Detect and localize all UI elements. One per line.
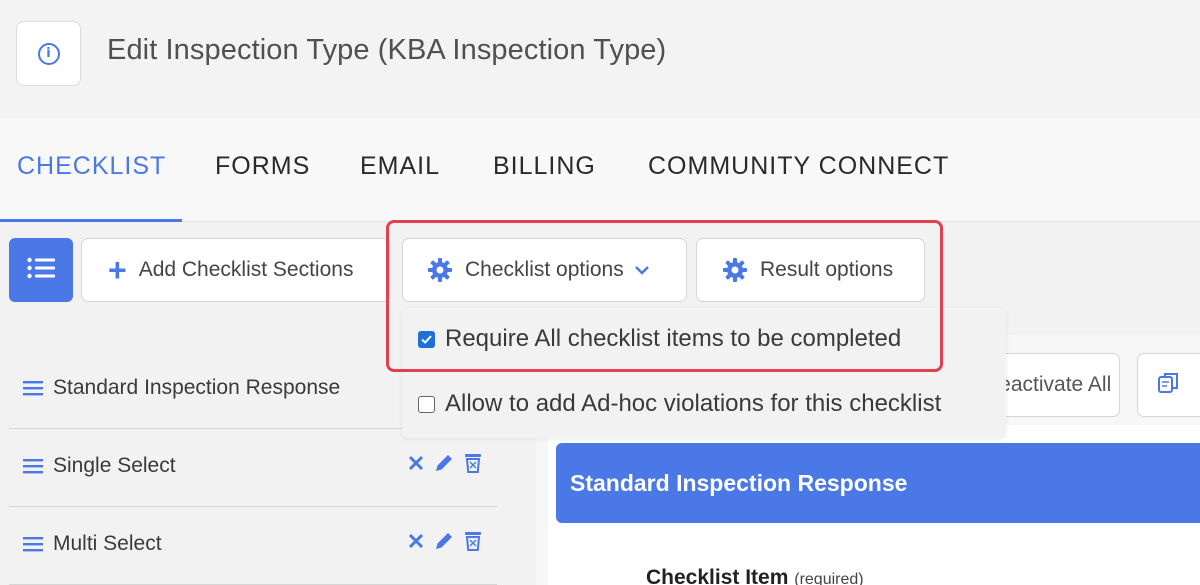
edit-pencil-icon[interactable] bbox=[433, 530, 455, 558]
page-header: i Edit Inspection Type (KBA Inspection T… bbox=[0, 0, 1200, 115]
menu-item-label: Allow to add Ad-hoc violations for this … bbox=[445, 390, 942, 417]
list-icon bbox=[26, 256, 56, 285]
copy-button[interactable] bbox=[1137, 353, 1200, 417]
close-icon[interactable] bbox=[407, 454, 425, 478]
tab-email[interactable]: EMAIL bbox=[360, 152, 440, 181]
page-title: Edit Inspection Type (KBA Inspection Typ… bbox=[107, 34, 667, 66]
add-checklist-sections-button[interactable]: + Add Checklist Sections bbox=[81, 238, 390, 302]
section-item-single-select[interactable]: Single Select bbox=[9, 448, 497, 484]
plus-icon: + bbox=[108, 252, 127, 288]
tab-bar: CHECKLIST FORMS EMAIL BILLING COMMUNITY … bbox=[0, 118, 1200, 222]
divider bbox=[9, 506, 497, 507]
close-icon[interactable] bbox=[407, 532, 425, 556]
row-actions bbox=[407, 452, 483, 480]
active-tab-indicator bbox=[0, 219, 182, 222]
checklist-item-label: Checklist Item bbox=[646, 566, 789, 585]
tab-forms[interactable]: FORMS bbox=[215, 152, 310, 181]
section-item-label: Standard Inspection Response bbox=[53, 376, 341, 399]
tab-billing[interactable]: BILLING bbox=[493, 152, 596, 181]
tab-checklist[interactable]: CHECKLIST bbox=[17, 152, 166, 181]
menu-item-allow-adhoc[interactable]: Allow to add Ad-hoc violations for this … bbox=[418, 390, 941, 418]
list-view-button[interactable] bbox=[9, 238, 73, 302]
add-checklist-sections-label: Add Checklist Sections bbox=[138, 258, 354, 281]
row-actions bbox=[407, 530, 483, 558]
checkbox-unchecked[interactable] bbox=[418, 395, 435, 413]
section-item-multi-select[interactable]: Multi Select bbox=[9, 526, 497, 562]
info-icon: i bbox=[37, 42, 60, 65]
section-header-bar: Standard Inspection Response bbox=[556, 443, 1200, 523]
drag-handle-icon[interactable] bbox=[23, 458, 43, 474]
trash-icon[interactable] bbox=[463, 530, 483, 558]
drag-handle-icon[interactable] bbox=[23, 536, 43, 552]
section-item-label: Multi Select bbox=[53, 532, 162, 555]
copy-icon bbox=[1156, 370, 1182, 401]
info-button[interactable]: i bbox=[16, 21, 81, 86]
section-item-label: Single Select bbox=[53, 454, 176, 477]
trash-icon[interactable] bbox=[463, 452, 483, 480]
required-label: (required) bbox=[794, 571, 864, 585]
checklist-item-field-label: Checklist Item (required) bbox=[646, 566, 864, 585]
edit-pencil-icon[interactable] bbox=[433, 452, 455, 480]
highlight-annotation bbox=[386, 220, 943, 372]
section-header-title: Standard Inspection Response bbox=[570, 469, 908, 496]
tab-community-connect[interactable]: COMMUNITY CONNECT bbox=[648, 152, 949, 181]
drag-handle-icon[interactable] bbox=[23, 380, 43, 396]
